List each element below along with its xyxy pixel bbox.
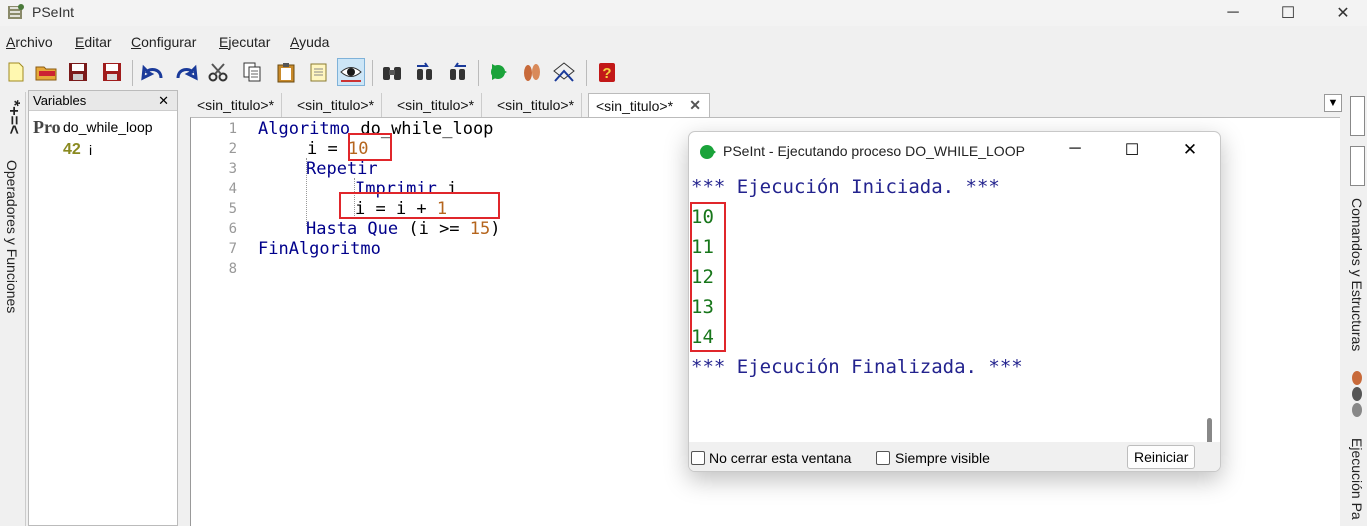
toolbar-separator: [372, 60, 373, 86]
toolbar: ?: [0, 56, 1367, 90]
find-next-icon[interactable]: [411, 58, 439, 86]
operators-functions-label: Operadores y Funciones: [4, 160, 20, 314]
variables-view-icon[interactable]: [337, 58, 365, 86]
undo-icon[interactable]: [139, 58, 167, 86]
pseint-logo-icon: [6, 3, 26, 23]
close-tab-icon[interactable]: ✕: [689, 97, 701, 114]
step-execution-tab[interactable]: Ejecución Pa: [1349, 438, 1365, 520]
highlight-box-initial-value: [348, 133, 392, 161]
paste-icon[interactable]: [272, 58, 300, 86]
run-icon: [699, 143, 717, 161]
cut-icon[interactable]: [204, 58, 232, 86]
run-dialog-title: PSeInt - Ejecutando proceso DO_WHILE_LOO…: [723, 143, 1025, 159]
code-line-7: FinAlgoritmo: [258, 239, 381, 259]
line-number: 1: [228, 121, 237, 137]
minimize-icon[interactable]: ─: [1208, 0, 1258, 26]
code-line-6: Hasta Que (i >= 15): [306, 219, 501, 239]
find-previous-icon[interactable]: [444, 58, 472, 86]
line-number: 4: [228, 181, 237, 197]
help-icon[interactable]: ?: [593, 58, 621, 86]
new-file-icon[interactable]: [2, 58, 30, 86]
save-as-icon[interactable]: [98, 58, 126, 86]
line-number: 5: [228, 201, 237, 217]
redo-icon[interactable]: [172, 58, 200, 86]
program-badge-icon: Pro: [33, 117, 61, 137]
program-name[interactable]: do_while_loop: [63, 119, 153, 135]
editor-tabs: <sin_titulo>* <sin_titulo>* <sin_titulo>…: [190, 93, 1342, 117]
numeric-variable-icon: 42: [63, 141, 81, 158]
find-icon[interactable]: [378, 58, 406, 86]
line-number: 7: [228, 241, 237, 257]
close-icon[interactable]: ✕: [1318, 0, 1367, 26]
title-bar: PSeInt ─ ☐ ✕: [0, 0, 1367, 26]
menu-ejecutar[interactable]: Ejecutar: [219, 34, 270, 50]
run-dialog-footer: No cerrar esta ventana Siempre visible R…: [689, 442, 1220, 471]
maximize-icon[interactable]: ☐: [1263, 0, 1313, 26]
code-line-3: Repetir: [306, 159, 378, 179]
close-icon[interactable]: ✕: [158, 93, 169, 109]
console-start-message: *** Ejecución Iniciada. ***: [691, 176, 1000, 198]
menu-bar: Archivo Editar Configurar Ejecutar Ayuda: [0, 30, 1367, 54]
menu-ayuda[interactable]: Ayuda: [290, 34, 329, 50]
tabs-dropdown-icon[interactable]: ▼: [1324, 94, 1342, 112]
highlight-box-outputs: [690, 202, 726, 352]
toolbar-separator: [132, 60, 133, 86]
line-number: 3: [228, 161, 237, 177]
commands-structures-tab[interactable]: Comandos y Estructuras: [1349, 198, 1365, 351]
svg-text:?: ?: [602, 65, 611, 82]
toolbar-separator: [586, 60, 587, 86]
variables-panel-title: Variables: [33, 93, 87, 108]
restart-button[interactable]: Reiniciar: [1127, 445, 1196, 469]
minimize-icon[interactable]: ─: [1063, 140, 1087, 164]
variables-panel-header: Variables ✕: [29, 91, 177, 111]
keep-open-checkbox[interactable]: [691, 451, 705, 465]
highlight-box-increment: [339, 192, 500, 219]
open-folder-icon[interactable]: [32, 58, 60, 86]
run-icon[interactable]: [485, 58, 513, 86]
step-execution-icon[interactable]: [1351, 370, 1363, 420]
tab-sin-titulo-4[interactable]: <sin_titulo>*: [490, 93, 583, 117]
tab-sin-titulo-active[interactable]: <sin_titulo>* ✕: [588, 93, 710, 117]
toolbar-separator: [478, 60, 479, 86]
copy-icon[interactable]: [238, 58, 266, 86]
menu-archivo[interactable]: Archivo: [6, 34, 53, 50]
right-side-tabs: Comandos y Estructuras Ejecución Pa: [1348, 92, 1367, 526]
assign-command-icon[interactable]: [1350, 96, 1365, 136]
draw-flowchart-icon[interactable]: [550, 58, 578, 86]
step-by-step-icon[interactable]: [518, 58, 546, 86]
always-visible-checkbox[interactable]: [876, 451, 890, 465]
menu-editar[interactable]: Editar: [75, 34, 112, 50]
operators-functions-tab[interactable]: *+=< Operadores y Funciones: [0, 92, 26, 526]
console-output: *** Ejecución Iniciada. *** 10 11 12 13 …: [690, 172, 1207, 442]
tab-sin-titulo-1[interactable]: <sin_titulo>*: [190, 93, 283, 117]
line-number: 8: [228, 261, 237, 277]
tab-sin-titulo-3[interactable]: <sin_titulo>*: [390, 93, 483, 117]
close-icon[interactable]: ✕: [1178, 140, 1202, 164]
active-tab-label: <sin_titulo>*: [596, 98, 674, 114]
line-number: 2: [228, 141, 237, 157]
tab-sin-titulo-2[interactable]: <sin_titulo>*: [290, 93, 383, 117]
line-number: 6: [228, 221, 237, 237]
run-dialog: PSeInt - Ejecutando proceso DO_WHILE_LOO…: [688, 131, 1221, 472]
variable-name[interactable]: i: [89, 142, 92, 158]
variables-panel: Variables ✕ Pro do_while_loop 42 i: [28, 90, 178, 526]
write-command-icon[interactable]: [1350, 146, 1365, 186]
maximize-icon[interactable]: ☐: [1120, 140, 1144, 164]
always-visible-label: Siempre visible: [895, 450, 990, 466]
keep-open-label: No cerrar esta ventana: [709, 450, 852, 466]
window-title: PSeInt: [32, 4, 75, 20]
menu-configurar[interactable]: Configurar: [131, 34, 196, 50]
edit-icon[interactable]: [305, 58, 333, 86]
console-end-message: *** Ejecución Finalizada. ***: [691, 356, 1023, 378]
operators-icon: *+=<: [5, 100, 22, 135]
save-icon[interactable]: [64, 58, 92, 86]
